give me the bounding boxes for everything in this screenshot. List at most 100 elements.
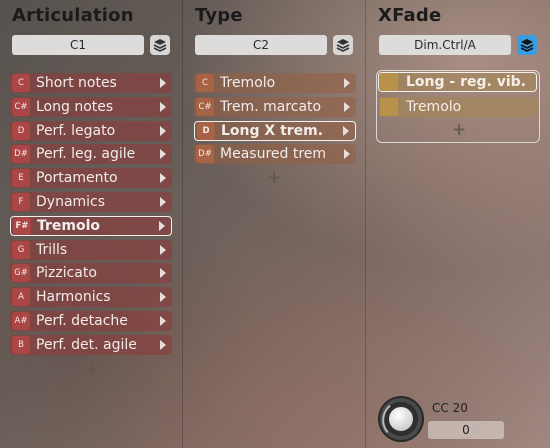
articulation-item-arrow[interactable] [158, 97, 168, 117]
articulation-item[interactable]: G# Pizzicato [10, 263, 172, 284]
articulation-item[interactable]: C Short notes [10, 73, 172, 93]
articulation-item-note: A# [12, 312, 30, 330]
articulation-item-arrow[interactable] [158, 263, 168, 283]
articulation-item-label: Long notes [36, 98, 114, 115]
layers-icon [520, 39, 534, 52]
type-item[interactable]: C Tremolo [194, 73, 356, 93]
type-item[interactable]: C# Trem. marcato [194, 96, 356, 117]
type-item-note: C# [196, 97, 214, 116]
articulation-item-label: Tremolo [37, 217, 101, 234]
chevron-right-icon [160, 339, 166, 350]
add-type-button[interactable]: + [267, 170, 281, 187]
articulation-item-note: D [12, 121, 30, 140]
articulation-item-note: G# [12, 264, 30, 283]
type-item[interactable]: D Long X trem. [194, 120, 356, 141]
articulation-item-label: Pizzicato [36, 265, 97, 282]
articulation-item-label: Dynamics [36, 194, 106, 210]
type-item-arrow[interactable] [342, 97, 352, 117]
articulation-item[interactable]: B Perf. det. agile [10, 334, 172, 355]
articulation-item-arrow[interactable] [158, 121, 168, 141]
type-item-label: Long X trem. [221, 122, 324, 139]
cc-label: CC 20 [432, 401, 468, 415]
cc-value-field[interactable]: 0 [428, 421, 504, 439]
layers-icon [336, 39, 350, 52]
type-item-arrow[interactable] [342, 73, 352, 93]
type-item-label: Tremolo [220, 75, 276, 91]
articulation-item-note: D# [12, 145, 30, 164]
xfade-layers-button[interactable] [517, 35, 537, 55]
articulation-item[interactable]: E Portamento [10, 168, 172, 189]
chevron-right-icon [344, 78, 350, 88]
layers-icon [153, 39, 167, 52]
xfade-item[interactable]: Tremolo [379, 97, 537, 117]
add-articulation-button[interactable]: + [84, 361, 98, 378]
xfade-item[interactable]: Long - reg. vib. [378, 72, 537, 92]
chevron-right-icon [344, 149, 350, 160]
articulation-column: Articulation C1 C Short notes C# Long notes… [0, 0, 182, 448]
chevron-right-icon [160, 101, 166, 112]
articulation-item-arrow[interactable] [158, 73, 168, 93]
articulation-item-arrow[interactable] [158, 144, 168, 164]
type-title: Type [195, 5, 243, 26]
articulation-item[interactable]: D# Perf. leg. agile [10, 144, 172, 165]
articulation-item-note: A [12, 288, 30, 307]
type-item[interactable]: D# Measured trem [194, 144, 356, 165]
xfade-item-label: Long - reg. vib. [406, 74, 526, 90]
xfade-item-swatch [380, 98, 398, 116]
articulation-item[interactable]: D Perf. legato [10, 120, 172, 141]
articulation-item-arrow[interactable] [158, 311, 168, 331]
articulation-item[interactable]: F Dynamics [10, 192, 172, 212]
chevron-right-icon [160, 268, 166, 279]
xfade-column: XFade Dim.Ctrl/A Long - reg. vib. Tremol… [366, 0, 550, 448]
type-item-label: Trem. marcato [220, 98, 322, 115]
articulation-item-arrow[interactable] [158, 240, 168, 260]
type-item-note: D# [196, 145, 214, 164]
chevron-right-icon [160, 149, 166, 160]
articulation-item-arrow[interactable] [158, 287, 168, 307]
articulation-item[interactable]: F# Tremolo [10, 215, 172, 236]
articulation-title: Articulation [12, 5, 134, 26]
type-item-arrow[interactable] [341, 121, 351, 141]
chevron-right-icon [160, 197, 166, 207]
type-selector[interactable]: C2 [195, 35, 327, 55]
articulation-item-arrow[interactable] [157, 216, 167, 236]
xfade-selector[interactable]: Dim.Ctrl/A [379, 35, 511, 55]
articulation-item-label: Harmonics [36, 289, 111, 306]
cc-knob[interactable] [378, 396, 424, 442]
articulation-item[interactable]: A Harmonics [10, 287, 172, 308]
articulation-selector[interactable]: C1 [12, 35, 144, 55]
type-item-note: D [197, 121, 215, 140]
xfade-list-box: Long - reg. vib. Tremolo + [376, 70, 540, 143]
articulation-item-note: C [12, 74, 30, 92]
add-xfade-button[interactable]: + [452, 122, 466, 139]
type-item-arrow[interactable] [342, 144, 352, 164]
articulation-item[interactable]: G Trills [10, 239, 172, 260]
xfade-item-swatch [380, 73, 398, 91]
chevron-right-icon [343, 125, 349, 136]
articulation-item-label: Short notes [36, 75, 117, 91]
type-item-label: Measured trem [220, 146, 327, 163]
articulation-item-arrow[interactable] [158, 335, 168, 355]
articulation-item-note: C# [12, 97, 30, 116]
type-layers-button[interactable] [333, 35, 353, 55]
articulation-item[interactable]: C# Long notes [10, 96, 172, 117]
chevron-right-icon [160, 125, 166, 136]
articulation-item-note: G [12, 240, 30, 259]
articulation-item-arrow[interactable] [158, 192, 168, 212]
articulation-layers-button[interactable] [150, 35, 170, 55]
articulation-item-label: Trills [36, 241, 68, 258]
articulation-item-note: B [12, 335, 30, 354]
articulation-item-arrow[interactable] [158, 168, 168, 188]
chevron-right-icon [159, 220, 165, 231]
articulation-item-label: Perf. detache [36, 313, 128, 329]
articulation-item[interactable]: A# Perf. detache [10, 311, 172, 331]
chevron-right-icon [160, 78, 166, 88]
type-item-note: C [196, 74, 214, 92]
chevron-right-icon [160, 316, 166, 326]
chevron-right-icon [344, 101, 350, 112]
articulation-item-label: Perf. det. agile [36, 336, 137, 353]
chevron-right-icon [160, 173, 166, 184]
articulation-item-note: E [12, 169, 30, 188]
articulation-item-note: F [12, 193, 30, 211]
type-column: Type C2 C Tremolo C# Trem. marcato D Long X t… [183, 0, 365, 448]
